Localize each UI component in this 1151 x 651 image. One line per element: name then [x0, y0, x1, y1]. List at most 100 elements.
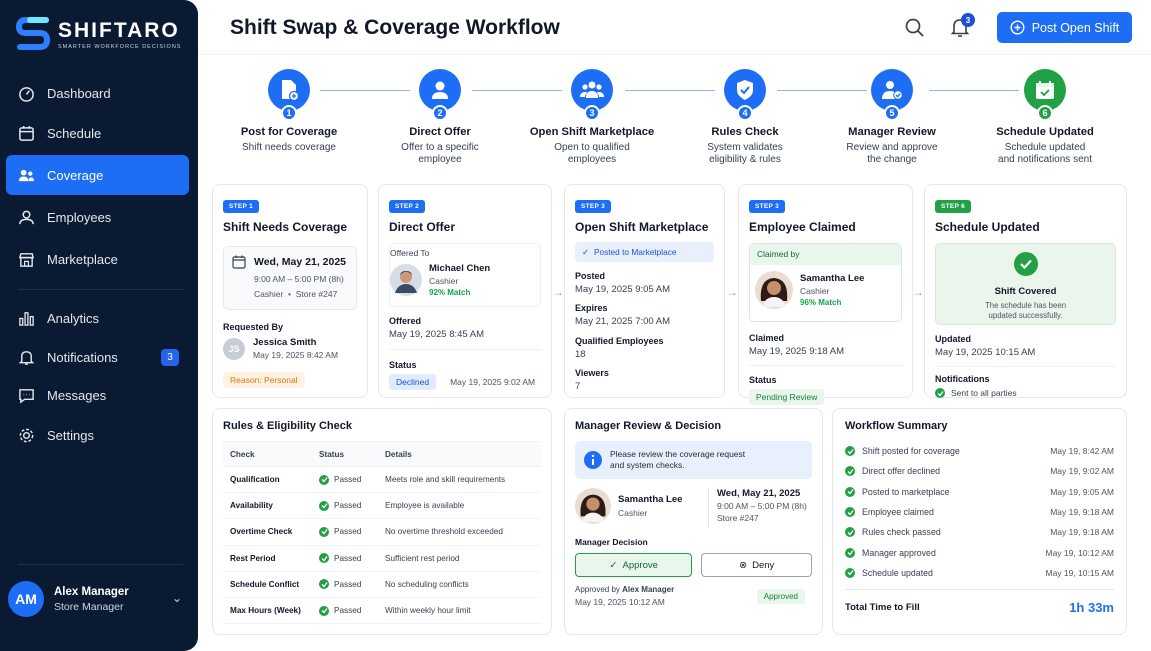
workflow-step[interactable]: 6 Schedule Updated Schedule updated and n…: [970, 65, 1120, 166]
check-circle-icon: [845, 507, 855, 518]
post-open-shift-button[interactable]: Post Open Shift: [997, 12, 1132, 43]
match-score: 96% Match: [800, 298, 842, 307]
step-tag: STEP 3: [749, 200, 786, 213]
qualified-count: 18: [575, 349, 586, 360]
calendar-check-icon: [1036, 81, 1054, 99]
workflow-step[interactable]: 5 Manager Review Review and approve the c…: [817, 65, 967, 166]
claimed-label: Claimed: [749, 333, 785, 343]
approve-button[interactable]: ✓ Approve: [575, 553, 693, 577]
check-circle-icon: [319, 605, 329, 616]
nav-item-analytics[interactable]: Analytics: [6, 298, 189, 338]
step-desc-line: Review and approve: [846, 142, 938, 153]
summary-event: Posted to marketplace: [862, 486, 950, 497]
manager-review-card: Manager Review & Decision Please review …: [564, 408, 823, 635]
viewers-label: Viewers: [575, 368, 609, 378]
summary-event: Shift posted for coverage: [862, 446, 960, 457]
check-circle-icon: [845, 466, 855, 477]
user-menu[interactable]: AM Alex Manager Store Manager ⌄: [8, 577, 190, 621]
check-circle-icon: [845, 446, 855, 457]
user-role: Store Manager: [54, 600, 124, 613]
details-cell: No overtime threshold exceeded: [385, 527, 503, 537]
users-icon: [580, 81, 604, 98]
column-header: Check: [230, 449, 255, 459]
step-desc: Shift needs coverage: [242, 142, 336, 153]
shift-date: Wed, May 21, 2025: [254, 256, 347, 268]
nav-label: Schedule: [47, 125, 102, 141]
check-circle-icon: [845, 547, 855, 558]
summary-time: May 19, 9:02 AM: [1050, 466, 1114, 477]
nav-item-settings[interactable]: Settings: [6, 415, 189, 455]
nav-item-schedule[interactable]: Schedule: [6, 113, 189, 153]
app-root: SHIFTARO SMARTER WORKFORCE DECISIONS Das…: [0, 0, 1151, 651]
arrow-right-icon: →: [912, 285, 924, 299]
workflow-step[interactable]: 1 Post for Coverage Shift needs coverage: [214, 65, 364, 154]
sidebar: SHIFTARO SMARTER WORKFORCE DECISIONS Das…: [0, 0, 198, 651]
employee-photo: [755, 271, 793, 309]
nav-item-employees[interactable]: Employees: [6, 197, 189, 237]
list-item: Employee claimed May 19, 9:18 AM: [845, 502, 1114, 522]
rules-table: Check Status Details Qualification Passed…: [223, 441, 541, 625]
table-row: Rest Period Passed Sufficient rest period: [223, 546, 541, 572]
step-circle: 1: [268, 69, 310, 121]
nav-label: Messages: [47, 387, 107, 403]
summary-event: Direct offer declined: [862, 466, 941, 477]
list-item: Posted to marketplace May 19, 9:05 AM: [845, 482, 1114, 502]
shift-covered-desc: The schedule has been updated successfull…: [936, 301, 1115, 321]
viewers-count: 7: [575, 381, 581, 392]
approved-badge: Approved: [756, 588, 805, 604]
status-cell: Passed: [319, 553, 385, 564]
review-info-banner: Please review the coverage request and sy…: [575, 441, 812, 479]
step-number: 3: [584, 105, 600, 121]
expires-label: Expires: [575, 303, 608, 313]
table-row: Overtime Check Passed No overtime threshol…: [223, 519, 541, 546]
card-title: Workflow Summary: [845, 420, 948, 432]
info-line: Please review the coverage request: [610, 448, 746, 459]
summary-time: May 19, 9:05 AM: [1050, 486, 1114, 497]
table-body: Qualification Passed Meets role and skill …: [223, 467, 541, 625]
notifications-count-badge: 3: [161, 349, 179, 366]
rules-eligibility-card: Rules & Eligibility Check Check Status D…: [212, 408, 552, 635]
nav-item-notifications[interactable]: Notifications 3: [6, 337, 189, 377]
user-check-icon: [882, 81, 903, 100]
step-tag: STEP 1: [223, 200, 260, 213]
workflow-step[interactable]: 2 Direct Offer Offer to a specific employ…: [365, 65, 515, 166]
avatar: AM: [8, 581, 44, 617]
details-cell: Within weekly hour limit: [385, 606, 471, 616]
workflow-step[interactable]: 4 Rules Check System validates eligibilit…: [670, 65, 820, 166]
user-icon: [432, 81, 448, 99]
list-item: Rules check passed May 19, 9:18 AM: [845, 522, 1114, 542]
nav-item-messages[interactable]: Messages: [6, 375, 189, 415]
total-time-label: Total Time to Fill: [845, 602, 920, 614]
nav-item-coverage[interactable]: Coverage: [6, 155, 189, 195]
check-circle-icon: [319, 500, 329, 511]
check-name: Max Hours (Week): [230, 606, 301, 616]
gear-icon: [19, 428, 34, 442]
check-circle-icon: [319, 579, 329, 590]
deny-button[interactable]: ⊗ Deny: [701, 553, 812, 577]
search-icon[interactable]: [904, 17, 926, 39]
check-circle-icon: [845, 567, 855, 578]
table-row: Qualification Passed Meets role and skill …: [223, 467, 541, 494]
chevron-down-icon[interactable]: ⌄: [172, 591, 182, 605]
employee-role: Cashier: [618, 508, 648, 518]
plus-circle-icon: [1010, 20, 1025, 35]
nav-label: Coverage: [47, 167, 104, 183]
post-open-shift-label: Post Open Shift: [1031, 20, 1120, 35]
info-line: and system checks.: [610, 460, 685, 470]
manager-decision-label: Manager Decision: [575, 537, 648, 547]
nav-label: Analytics: [47, 310, 100, 326]
list-item: Schedule updated May 19, 10:15 AM: [845, 563, 1114, 583]
nav-label: Notifications: [47, 349, 118, 365]
posted-to-marketplace-badge: ✓ Posted to Marketplace: [575, 242, 714, 262]
brand-logo[interactable]: SHIFTARO SMARTER WORKFORCE DECISIONS: [15, 16, 181, 54]
status-label: Status: [389, 360, 417, 370]
review-details: Samantha Lee Cashier Wed, May 21, 2025 9…: [575, 488, 812, 528]
step-desc: System validates eligibility & rules: [670, 142, 820, 166]
requester: JS Jessica Smith May 19, 2025 8:42 AM: [223, 337, 357, 360]
table-header: Check Status Details: [223, 441, 541, 467]
summary-list: Shift posted for coverage May 19, 8:42 AM…: [845, 441, 1114, 583]
nav-item-marketplace[interactable]: Marketplace: [6, 239, 189, 279]
status-text: Passed: [334, 606, 362, 616]
workflow-step[interactable]: 3 Open Shift Marketplace Open to qualifi…: [517, 65, 667, 166]
nav-item-dashboard[interactable]: Dashboard: [6, 73, 189, 113]
